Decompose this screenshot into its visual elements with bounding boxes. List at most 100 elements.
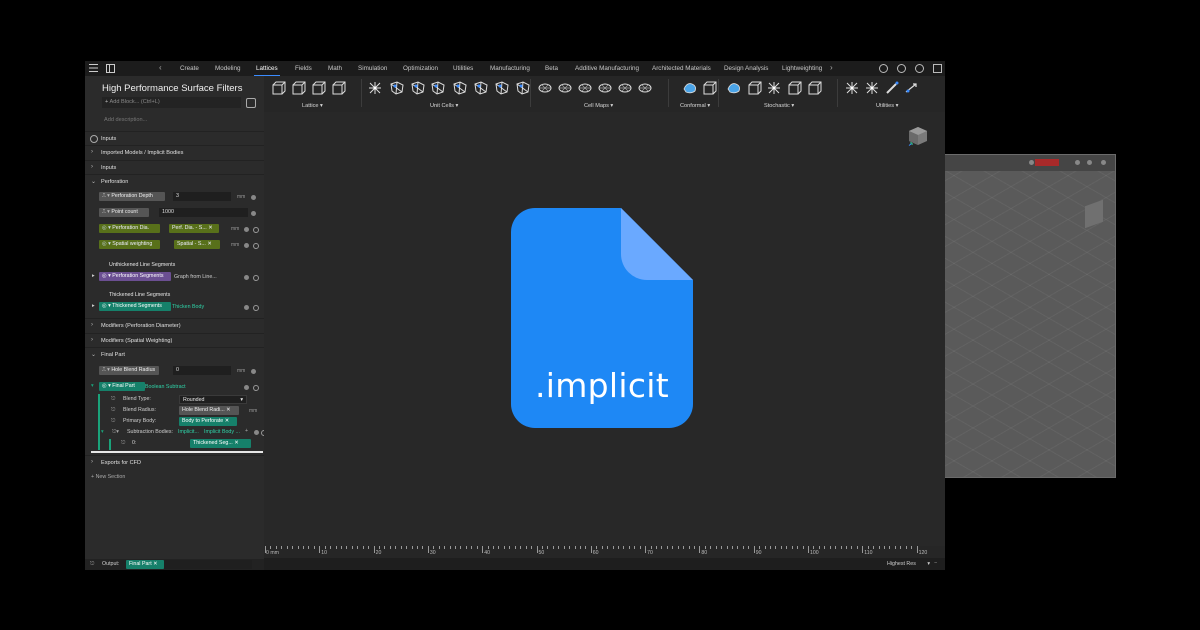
chevron-right-icon[interactable]: ▸	[92, 273, 95, 279]
chevron-left-icon[interactable]: ‹	[159, 63, 162, 72]
lattice-tool-1-icon[interactable]	[270, 80, 286, 96]
add-icon[interactable]: +	[245, 428, 248, 434]
group-lattice[interactable]: Lattice ▾	[302, 103, 323, 109]
tab-utilities[interactable]: Utilities	[453, 65, 473, 72]
section-final-part[interactable]: ⌄ Final Part	[85, 347, 264, 362]
lattice-tool-23-icon[interactable]	[766, 80, 782, 96]
tab-additive-manufacturing[interactable]: Additive Manufacturing	[575, 65, 639, 72]
notification-icon[interactable]	[879, 64, 888, 73]
lattice-tool-2-icon[interactable]	[290, 80, 306, 96]
lattice-tool-16-icon[interactable]	[597, 80, 613, 96]
lattice-tool-21-icon[interactable]	[726, 80, 742, 96]
section-imported-models[interactable]: › Imported Models / Implicit Bodies	[85, 145, 264, 160]
section-inputs-top[interactable]: Inputs	[85, 131, 264, 146]
lattice-tool-15-icon[interactable]	[577, 80, 593, 96]
point-count-label[interactable]: ⎍ ▾ Point count	[99, 208, 149, 217]
group-utilities[interactable]: Utilities ▾	[876, 103, 898, 109]
group-unit-cells[interactable]: Unit Cells ▾	[430, 103, 458, 109]
lattice-tool-25-icon[interactable]	[806, 80, 822, 96]
nav-cube-icon[interactable]	[908, 126, 928, 146]
point-count-input[interactable]: 1000	[159, 208, 248, 217]
help-icon[interactable]	[251, 211, 256, 216]
output-value[interactable]: Final Part ✕	[126, 560, 164, 569]
help-icon[interactable]	[244, 227, 249, 232]
help-icon[interactable]	[254, 430, 259, 435]
section-exports[interactable]: › Exports for CFD	[85, 455, 264, 470]
lattice-tool-24-icon[interactable]	[786, 80, 802, 96]
lattice-tool-7-icon[interactable]	[410, 80, 426, 96]
lattice-tool-18-icon[interactable]	[637, 80, 653, 96]
final-part-label[interactable]: ◎ ▾ Final Part	[99, 382, 145, 391]
lattice-tool-14-icon[interactable]	[557, 80, 573, 96]
blend-type-select[interactable]: Rounded ▾	[179, 395, 247, 404]
help-icon[interactable]	[251, 195, 256, 200]
options-icon[interactable]	[253, 275, 259, 281]
perforation-dia-value[interactable]: Perf. Dia. - S... ✕	[169, 224, 219, 233]
spatial-weighting-label[interactable]: ◎ ▾ Spatial weighting	[99, 240, 160, 249]
tab-lightweighting[interactable]: Lightweighting	[782, 65, 822, 72]
new-section-button[interactable]: + New Section	[91, 474, 125, 480]
spatial-weighting-value[interactable]: Spatial - S... ✕	[174, 240, 220, 249]
perforation-depth-label[interactable]: ⎍ ▾ Perforation Depth	[99, 192, 165, 201]
group-stochastic[interactable]: Stochastic ▾	[764, 103, 794, 109]
tab-design-analysis[interactable]: Design Analysis	[724, 65, 768, 72]
tab-fields[interactable]: Fields	[295, 65, 312, 72]
account-icon[interactable]	[915, 64, 924, 73]
lattice-tool-20-icon[interactable]	[701, 80, 717, 96]
help-icon[interactable]	[244, 305, 249, 310]
help-icon[interactable]	[244, 243, 249, 248]
output-field[interactable]	[164, 560, 252, 569]
add-description-field[interactable]: Add description...	[104, 117, 147, 123]
tab-create[interactable]: Create	[180, 65, 199, 72]
blend-radius-value[interactable]: Hole Blend Radi... ✕	[179, 406, 239, 415]
hole-blend-radius-input[interactable]: 0	[173, 366, 231, 375]
options-icon[interactable]	[253, 385, 259, 391]
panel-toggle-icon[interactable]	[106, 64, 115, 73]
tab-architected-materials[interactable]: Architected Materials	[652, 65, 711, 72]
perforation-depth-input[interactable]: 3	[173, 192, 231, 201]
lattice-tool-26-icon[interactable]	[844, 80, 860, 96]
lattice-tool-9-icon[interactable]	[452, 80, 468, 96]
options-icon[interactable]	[253, 227, 259, 233]
section-modifiers-perforation[interactable]: › Modifiers (Perforation Diameter)	[85, 318, 264, 333]
tab-manufacturing[interactable]: Manufacturing	[490, 65, 530, 72]
lattice-tool-8-icon[interactable]	[430, 80, 446, 96]
hole-blend-radius-label[interactable]: ⎍ ▾ Hole Blend Radius	[99, 366, 159, 375]
lattice-tool-19-icon[interactable]	[682, 80, 698, 96]
lattice-tool-5-icon[interactable]	[367, 80, 383, 96]
section-inputs[interactable]: › Inputs	[85, 160, 264, 175]
tab-math[interactable]: Math	[328, 65, 342, 72]
perforation-segments-label[interactable]: ◎ ▾ Perforation Segments	[99, 272, 171, 281]
options-icon[interactable]	[253, 243, 259, 249]
section-perforation[interactable]: ⌄ Perforation	[85, 174, 264, 189]
lattice-tool-10-icon[interactable]	[473, 80, 489, 96]
help-icon[interactable]	[251, 369, 256, 374]
right-panel-toggle-icon[interactable]	[933, 64, 942, 73]
lattice-tool-11-icon[interactable]	[494, 80, 510, 96]
hamburger-menu-icon[interactable]	[89, 64, 98, 72]
tab-lattices[interactable]: Lattices	[254, 65, 280, 77]
lattice-tool-12-icon[interactable]	[515, 80, 531, 96]
help-icon[interactable]	[897, 64, 906, 73]
options-icon[interactable]	[253, 305, 259, 311]
minus-icon[interactable]: −	[934, 560, 937, 566]
lattice-tool-4-icon[interactable]	[330, 80, 346, 96]
primary-body-value[interactable]: Body to Perforate ✕	[179, 417, 237, 426]
chevron-right-icon[interactable]: ▸	[92, 303, 95, 309]
help-icon[interactable]	[244, 385, 249, 390]
tab-simulation[interactable]: Simulation	[358, 65, 387, 72]
lattice-tool-27-icon[interactable]	[864, 80, 880, 96]
chevron-down-icon[interactable]: ▾	[101, 429, 104, 435]
chevron-down-icon[interactable]: ▾	[91, 383, 94, 389]
perforation-dia-label[interactable]: ◎ ▾ Perforation Dia.	[99, 224, 160, 233]
lattice-tool-6-icon[interactable]	[389, 80, 405, 96]
tab-optimization[interactable]: Optimization	[403, 65, 438, 72]
camera-icon[interactable]	[246, 98, 256, 108]
tab-modeling[interactable]: Modeling	[215, 65, 241, 72]
lattice-tool-29-icon[interactable]	[904, 80, 920, 96]
help-icon[interactable]	[244, 275, 249, 280]
group-conformal[interactable]: Conformal ▾	[680, 103, 710, 109]
lattice-tool-17-icon[interactable]	[617, 80, 633, 96]
group-cell-maps[interactable]: Cell Maps ▾	[584, 103, 613, 109]
subtraction-item-value[interactable]: Thickened Seg... ✕	[190, 439, 251, 448]
